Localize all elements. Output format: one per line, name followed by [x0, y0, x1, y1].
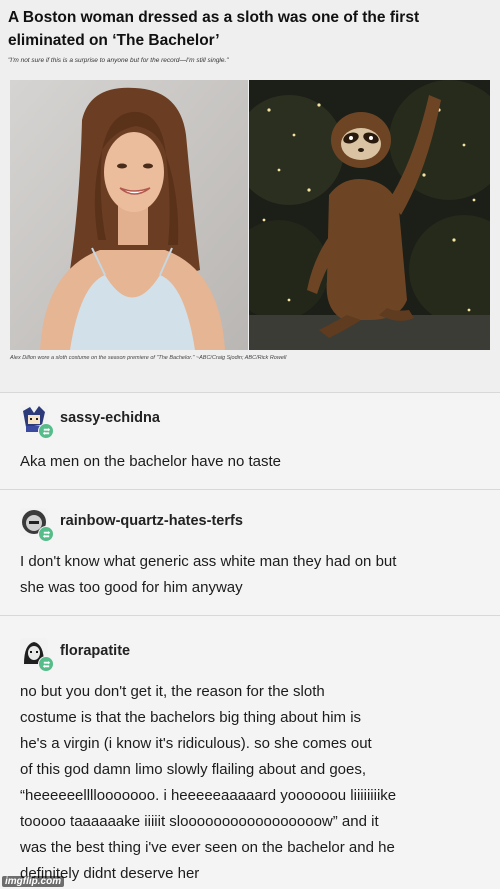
text-line: definitely didnt deserve her	[20, 865, 200, 882]
text-line: was the best thing i've ever seen on the…	[20, 839, 395, 856]
screenshot: A Boston woman dressed as a sloth was on…	[0, 0, 500, 889]
post-rainbow-quartz-hates-terfs: rainbow-quartz-hates-terfs I don't know …	[0, 489, 500, 616]
reblog-icon	[38, 656, 54, 672]
reblog-icon	[38, 423, 54, 439]
avatar[interactable]	[20, 638, 54, 672]
post-text: Aka men on the bachelor have no taste	[20, 453, 282, 470]
text-line: tooooo taaaaaake iiiiit sloooooooooooooo…	[20, 813, 379, 830]
text-line: she was too good for him anyway	[20, 579, 243, 596]
post-sassy-echidna: sassy-echidna Aka men on the bachelor ha…	[0, 392, 500, 490]
text-line: costume is that the bachelors big thing …	[20, 709, 362, 726]
post-text: I don't know what generic ass white man …	[20, 549, 490, 601]
username[interactable]: sassy-echidna	[60, 410, 160, 426]
text-line: “heeeeeellllooooooo. i heeeeeaaaaard yoo…	[20, 787, 397, 804]
avatar[interactable]	[20, 405, 54, 439]
article-headline: A Boston woman dressed as a sloth was on…	[8, 9, 420, 49]
text-line: no but you don't get it, the reason for …	[20, 683, 325, 700]
avatar[interactable]	[20, 508, 54, 542]
reblog-icon	[38, 526, 54, 542]
text-line: I don't know what generic ass white man …	[20, 553, 397, 570]
sloth-costume-photo	[249, 80, 490, 350]
text-line: of this god damn limo slowly flailing ab…	[20, 761, 367, 778]
post-florapatite: florapatite no but you don't get it, the…	[0, 615, 500, 889]
text-line: he's a virgin (i know it's ridiculous). …	[20, 735, 372, 752]
news-article: A Boston woman dressed as a sloth was on…	[0, 0, 500, 392]
imgflip-watermark: imgflip.com	[2, 876, 65, 887]
photo-caption: Alex Dillon wore a sloth costume on the …	[10, 355, 287, 361]
article-quote: "I'm not sure if this is a surprise to a…	[8, 57, 229, 64]
contestant-photo	[10, 80, 248, 350]
username[interactable]: florapatite	[60, 643, 130, 659]
username[interactable]: rainbow-quartz-hates-terfs	[60, 513, 243, 529]
post-text: no but you don't get it, the reason for …	[20, 679, 490, 887]
